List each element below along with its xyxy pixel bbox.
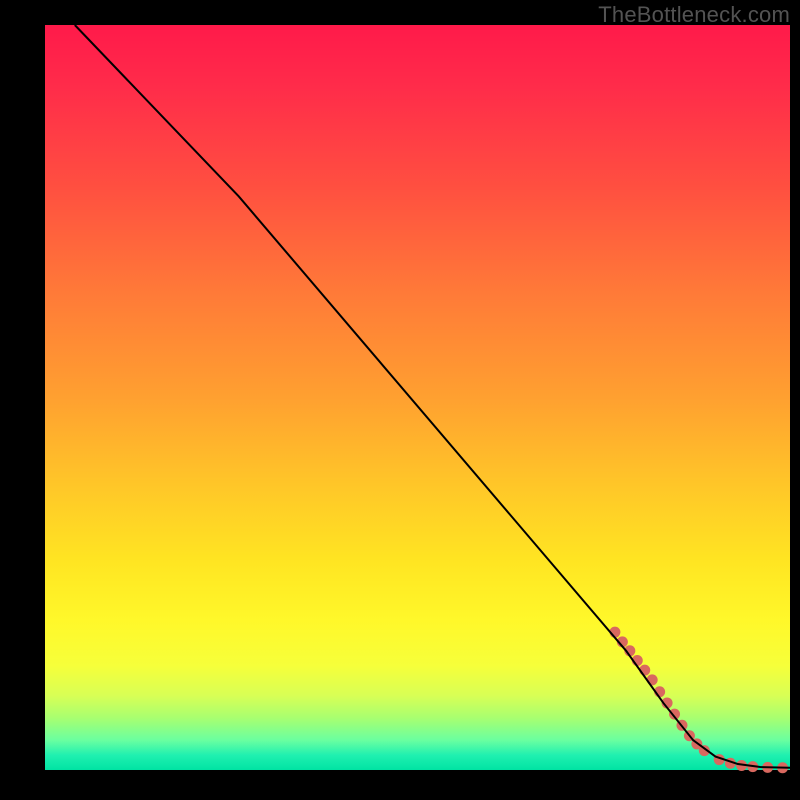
curve-line	[75, 25, 790, 768]
marker-dot	[647, 674, 658, 685]
watermark-text: TheBottleneck.com	[598, 2, 790, 28]
highlight-markers	[609, 627, 788, 774]
chart-frame: TheBottleneck.com	[0, 0, 800, 800]
plot-area	[45, 25, 790, 770]
chart-overlay	[45, 25, 790, 770]
